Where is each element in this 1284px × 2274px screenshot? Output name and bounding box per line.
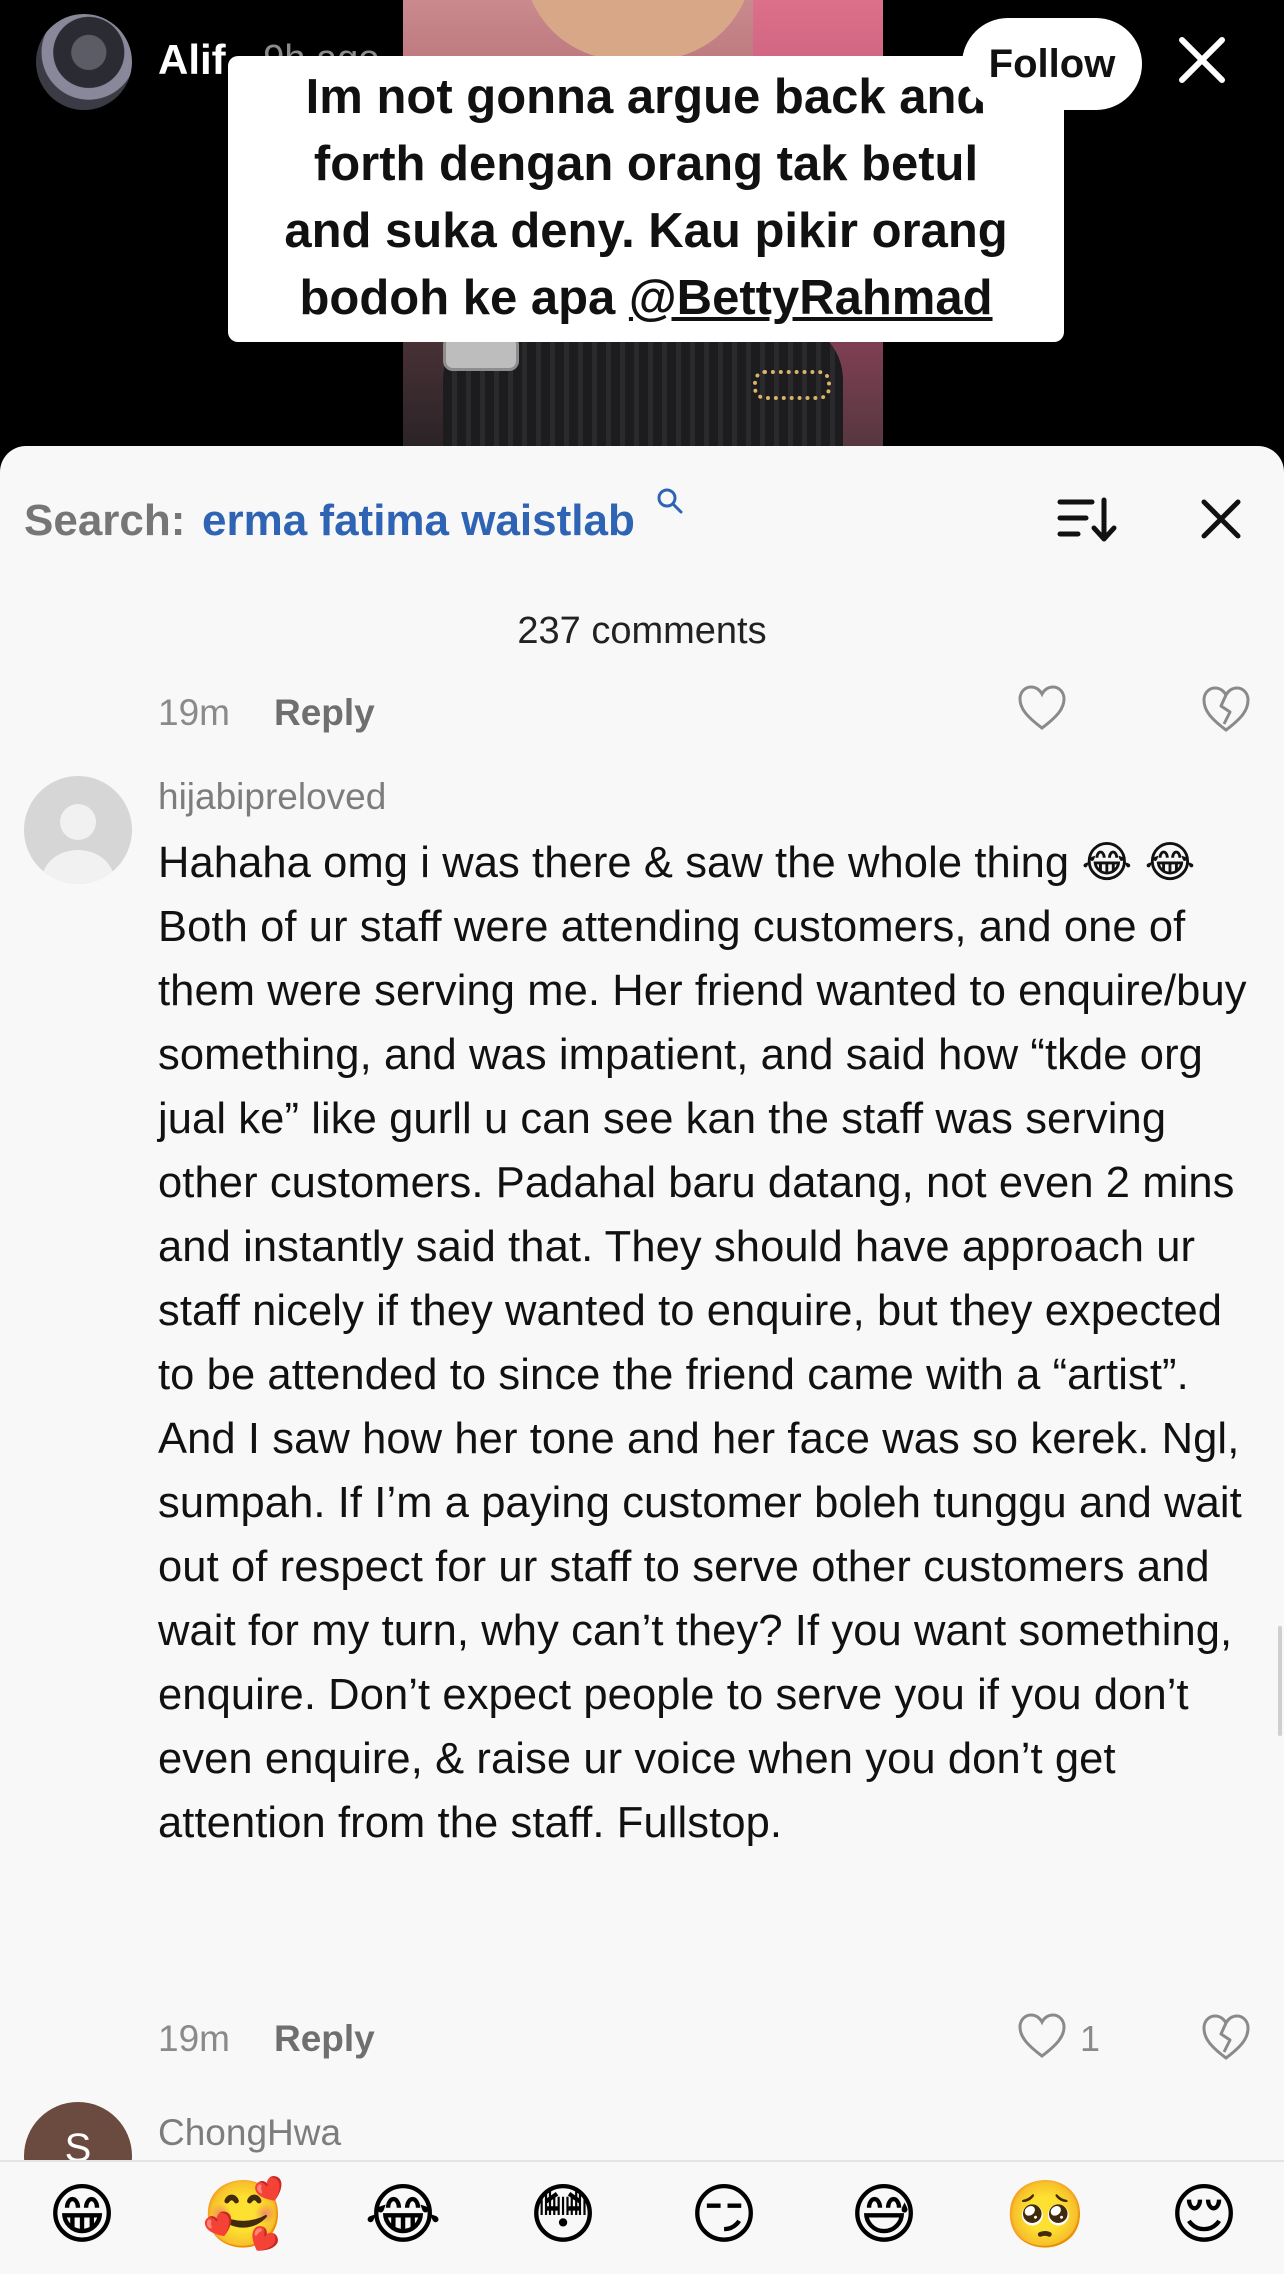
emoji-sweat-smile-button[interactable]: 😅 — [844, 2174, 924, 2254]
heart-icon[interactable] — [1016, 2012, 1068, 2060]
emoji-quick-bar: 😁 🥰 😂 😳 😏 😅 🥺 😌 — [0, 2162, 1284, 2274]
caption-line-2: forth dengan orang tak betul — [313, 137, 979, 191]
dislike-icon[interactable] — [1200, 2012, 1252, 2062]
follow-button[interactable]: Follow — [962, 18, 1142, 110]
author-username[interactable]: Alif — [158, 36, 226, 84]
caption-line-4: bodoh ke apa @BettyRahmad — [299, 271, 993, 325]
comment-meta-row: 19m Reply — [158, 2018, 375, 2060]
search-prefix: Search: — [24, 496, 186, 545]
heart-icon[interactable] — [1016, 684, 1068, 732]
caption-mention[interactable]: @BettyRahmad — [629, 271, 993, 325]
commenter-username[interactable]: ChongHwa — [158, 2112, 341, 2154]
comment-text: Hahaha omg i was there & saw the whole t… — [158, 839, 1247, 1847]
emoji-hearts-button[interactable]: 🥰 — [202, 2174, 284, 2254]
emoji-laugh-button[interactable]: 😂 — [363, 2174, 443, 2254]
reply-button[interactable]: Reply — [274, 692, 375, 733]
video-person-face — [523, 0, 753, 60]
comment-time: 19m — [158, 692, 230, 733]
comment-count: 237 comments — [517, 610, 767, 652]
bracelet — [753, 370, 831, 400]
comment-meta-row: 19m Reply — [158, 692, 375, 734]
emoji-flushed-button[interactable]: 😳 — [523, 2174, 603, 2254]
author-avatar[interactable] — [36, 14, 132, 110]
like-count: 1 — [1080, 2018, 1101, 2059]
caption-line-3: and suka deny. Kau pikir orang — [284, 204, 1008, 258]
close-icon[interactable] — [1172, 30, 1232, 90]
emoji-pleading-button[interactable]: 🥺 — [1004, 2174, 1086, 2254]
commenter-username[interactable]: hijabipreloved — [158, 776, 386, 818]
scrollbar[interactable] — [1278, 1626, 1282, 1736]
commenter-avatar[interactable] — [24, 776, 132, 884]
search-suggestion-link[interactable]: erma fatima waistlab — [202, 496, 635, 546]
caption-line-1: Im not gonna argue back and — [305, 70, 987, 124]
comments-sheet: Search: erma fatima waistlab 237 comment… — [0, 446, 1284, 2274]
comment-time: 19m — [158, 2018, 230, 2059]
emoji-relieved-button[interactable]: 😌 — [1164, 2174, 1244, 2254]
emoji-smirk-button[interactable]: 😏 — [684, 2174, 764, 2254]
search-icon — [655, 486, 685, 516]
video-caption: Im not gonna argue back and forth dengan… — [228, 56, 1064, 342]
emoji-grin-button[interactable]: 😁 — [42, 2174, 122, 2254]
sort-icon[interactable] — [1056, 496, 1120, 544]
reply-button[interactable]: Reply — [274, 2018, 375, 2059]
dislike-icon[interactable] — [1200, 684, 1252, 734]
close-comments-icon[interactable] — [1196, 494, 1246, 544]
